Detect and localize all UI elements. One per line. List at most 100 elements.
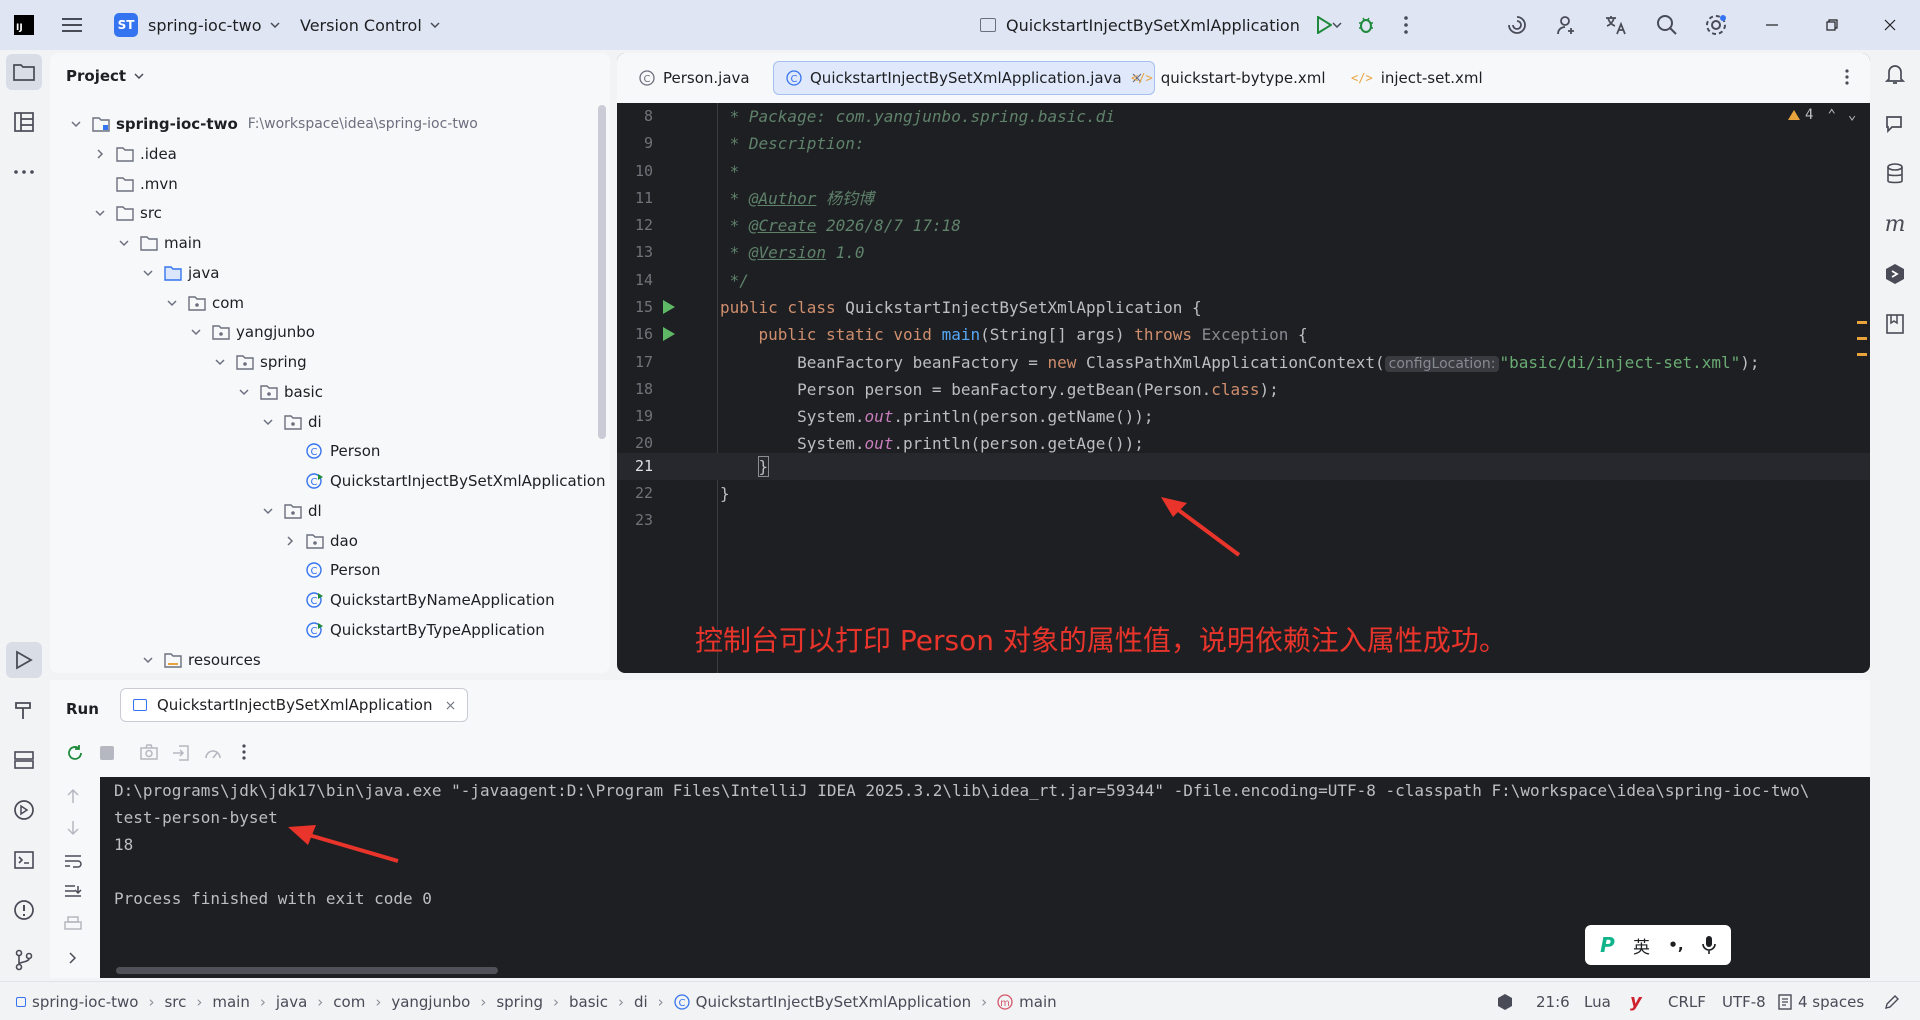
readonly-toggle[interactable]	[1884, 982, 1900, 1020]
tree-node-com[interactable]: com	[166, 290, 244, 316]
inspection-widget[interactable]: 4 ⌃ ⌄	[1787, 107, 1856, 123]
git-tool-button[interactable]	[6, 942, 42, 978]
run-button[interactable]	[1316, 0, 1332, 50]
code-with-me-button[interactable]	[1556, 0, 1578, 50]
import-button[interactable]	[172, 744, 190, 762]
expand-toolbar-button[interactable]	[68, 952, 76, 964]
breadcrumb-item[interactable]: java	[276, 993, 307, 1011]
ime-language-toggle[interactable]: 英	[1633, 933, 1650, 958]
yaml-plugin-icon[interactable]: y	[1630, 982, 1642, 1020]
intellij-logo[interactable]: IJ	[14, 0, 34, 50]
tree-node-mvn[interactable]: .mvn	[116, 171, 178, 197]
code-area[interactable]: 8 9 10 11 12 13 14 15 16 17 18 19 20 21 …	[617, 103, 1870, 673]
tab-more-button[interactable]	[1845, 69, 1849, 85]
tree-node-resources[interactable]: resources	[142, 647, 261, 673]
close-window-button[interactable]	[1884, 0, 1896, 50]
maven-button[interactable]: m	[1877, 206, 1913, 242]
ime-punctuation-toggle[interactable]: •,	[1668, 936, 1683, 954]
terminal-tool-button[interactable]	[6, 842, 42, 878]
tree-node-basic[interactable]: basic	[238, 379, 323, 405]
tab-person-java[interactable]: C Person.java	[627, 61, 762, 95]
soft-wrap-button[interactable]	[64, 854, 82, 868]
tree-node-idea[interactable]: .idea	[94, 141, 177, 167]
tree-node-dl[interactable]: dl	[262, 498, 322, 524]
caret-position[interactable]: 21:6	[1536, 982, 1570, 1020]
breadcrumb-item[interactable]: spring	[496, 993, 543, 1011]
profiler-button[interactable]	[204, 744, 222, 762]
ime-toolbar[interactable]: P 英 •,	[1585, 925, 1731, 965]
run-tool-button[interactable]	[6, 642, 42, 678]
bookmarks-button[interactable]	[1877, 306, 1913, 342]
build-tool-button[interactable]	[6, 692, 42, 728]
gutter-run-class-button[interactable]	[662, 299, 676, 315]
tree-node-byname-app[interactable]: C QuickstartByNameApplication	[306, 587, 555, 613]
translate-button[interactable]	[1604, 0, 1628, 50]
debug-button[interactable]	[1356, 0, 1376, 50]
tree-node-person-dl[interactable]: C Person	[306, 557, 380, 583]
project-tool-button[interactable]	[6, 54, 42, 90]
console-h-scrollbar[interactable]	[116, 967, 498, 974]
tree-node-dao[interactable]: dao	[284, 528, 358, 554]
rerun-button[interactable]	[66, 744, 84, 762]
database-button[interactable]	[1877, 156, 1913, 192]
breadcrumb-item[interactable]: di	[634, 993, 648, 1011]
breadcrumb-item[interactable]: yangjunbo	[391, 993, 470, 1011]
minimize-button[interactable]	[1766, 0, 1778, 50]
tree-node-inject-app[interactable]: C QuickstartInjectBySetXmlApplication	[306, 468, 605, 494]
project-scrollbar[interactable]	[598, 105, 606, 439]
project-panel-header[interactable]: Project	[66, 67, 144, 85]
tab-inject-app-java[interactable]: C QuickstartInjectBySetXmlApplication.ja…	[773, 61, 1155, 95]
tree-node-src[interactable]: src	[94, 200, 162, 226]
more-actions-button[interactable]	[1404, 0, 1408, 50]
close-tab-icon[interactable]	[446, 701, 455, 710]
version-control-menu[interactable]: Version Control	[300, 0, 440, 50]
tree-node-di[interactable]: di	[262, 409, 322, 435]
prev-highlight-icon[interactable]: ⌃	[1827, 107, 1835, 123]
scroll-to-end-button[interactable]	[64, 884, 82, 900]
search-button[interactable]	[1656, 0, 1678, 50]
services-tool-button[interactable]	[6, 742, 42, 778]
run-config-selector[interactable]: QuickstartInjectBySetXmlApplication	[980, 0, 1342, 50]
project-switcher[interactable]: ST spring-ioc-two	[114, 0, 280, 50]
file-language[interactable]: Lua	[1584, 982, 1611, 1020]
file-encoding[interactable]: UTF-8	[1722, 982, 1766, 1020]
tree-node-java[interactable]: java	[142, 260, 219, 286]
tree-node-spring[interactable]: spring	[214, 349, 307, 375]
breadcrumb-item[interactable]: spring-ioc-two	[32, 993, 138, 1011]
indent-widget[interactable]: 4 spaces	[1778, 982, 1864, 1020]
ai-chat-button[interactable]	[1877, 106, 1913, 142]
next-highlight-icon[interactable]: ⌄	[1848, 107, 1856, 123]
tree-node-root[interactable]: spring-ioc-two F:\workspace\idea\spring-…	[70, 111, 478, 137]
main-menu-icon[interactable]	[62, 0, 82, 50]
line-separator[interactable]: CRLF	[1668, 982, 1706, 1020]
plugin-button[interactable]	[1877, 256, 1913, 292]
screenshot-button[interactable]	[140, 744, 158, 760]
settings-button[interactable]	[1704, 0, 1728, 50]
tree-node-bytype-app[interactable]: C QuickstartByTypeApplication	[306, 617, 545, 643]
debug-tool-button[interactable]	[6, 792, 42, 828]
ai-assistant-button[interactable]	[1506, 0, 1528, 50]
breadcrumb-item[interactable]: com	[333, 993, 365, 1011]
breadcrumb-item[interactable]: basic	[569, 993, 608, 1011]
scroll-down-button[interactable]	[66, 820, 80, 836]
microphone-icon[interactable]	[1702, 935, 1716, 955]
problems-tool-button[interactable]	[6, 892, 42, 928]
tree-node-yangjunbo[interactable]: yangjunbo	[190, 319, 315, 345]
more-tools-button[interactable]	[6, 154, 42, 190]
scroll-up-button[interactable]	[66, 788, 80, 804]
restore-button[interactable]	[1826, 0, 1838, 50]
print-button[interactable]	[64, 916, 82, 932]
tree-node-main[interactable]: main	[118, 230, 201, 256]
tree-node-person-di[interactable]: C Person	[306, 438, 380, 464]
run-tab[interactable]: QuickstartInjectBySetXmlApplication	[120, 688, 469, 722]
gutter-run-main-button[interactable]	[662, 326, 676, 342]
breadcrumb-item[interactable]: main	[212, 993, 249, 1011]
notifications-button[interactable]	[1877, 56, 1913, 92]
tab-inject-set-xml[interactable]: </> inject-set.xml	[1339, 61, 1495, 95]
console-output[interactable]: D:\programs\jdk\jdk17\bin\java.exe "-jav…	[100, 777, 1870, 978]
breadcrumb-item[interactable]: main	[1019, 993, 1056, 1011]
stop-button[interactable]	[100, 746, 114, 760]
lsp-widget[interactable]	[1496, 982, 1514, 1020]
breadcrumb-item[interactable]: QuickstartInjectBySetXmlApplication	[696, 993, 971, 1011]
structure-tool-button[interactable]	[6, 104, 42, 140]
